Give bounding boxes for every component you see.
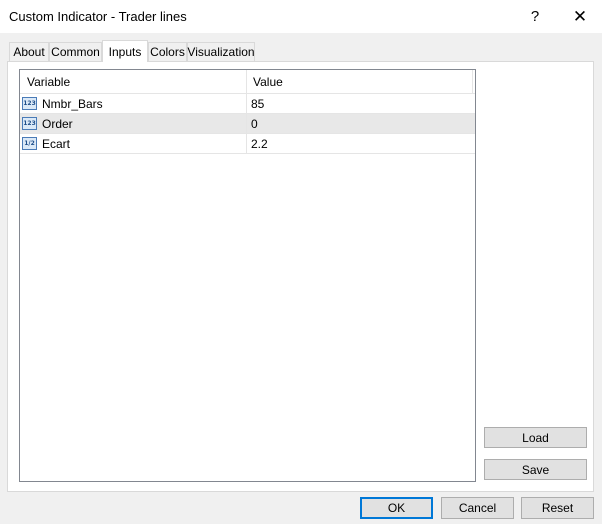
tab-visualization[interactable]: Visualization [187, 42, 255, 61]
integer-type-icon: 123 [22, 97, 37, 110]
reset-button-label: Reset [541, 501, 574, 515]
help-button[interactable]: ? [512, 0, 558, 33]
column-header-value[interactable]: Value [253, 70, 283, 93]
variable-name: Nmbr_Bars [42, 97, 103, 111]
tab-colors[interactable]: Colors [148, 42, 187, 61]
column-header-variable[interactable]: Variable [27, 70, 70, 93]
variable-name: Order [42, 117, 73, 131]
variable-value[interactable]: 2.2 [251, 134, 268, 154]
column-divider [246, 114, 247, 133]
table-row[interactable]: 1/2 Ecart 2.2 [20, 134, 475, 154]
variable-value[interactable]: 85 [251, 94, 264, 114]
window-title: Custom Indicator - Trader lines [9, 9, 187, 24]
double-type-icon: 1/2 [22, 137, 37, 150]
table-row[interactable]: 123 Order 0 [20, 114, 475, 134]
save-button-label: Save [521, 462, 550, 477]
cancel-button[interactable]: Cancel [441, 497, 514, 519]
column-divider[interactable] [246, 70, 247, 93]
title-bar: Custom Indicator - Trader lines ? ✕ [0, 0, 602, 33]
load-button-label: Load [522, 430, 549, 445]
variable-name: Ecart [42, 137, 71, 151]
save-button[interactable]: Save [484, 459, 587, 480]
table-row[interactable]: 123 Nmbr_Bars 85 [20, 94, 475, 114]
variable-value[interactable]: 0 [251, 114, 258, 134]
tab-label: Colors [150, 45, 185, 59]
ok-button[interactable]: OK [360, 497, 433, 519]
tab-label: Visualization [187, 45, 255, 59]
tab-about[interactable]: About [9, 42, 49, 61]
ok-button-label: OK [387, 501, 406, 515]
cancel-button-label: Cancel [458, 501, 497, 515]
reset-button[interactable]: Reset [521, 497, 594, 519]
close-icon: ✕ [572, 6, 588, 26]
tab-common[interactable]: Common [49, 42, 102, 61]
load-button[interactable]: Load [484, 427, 587, 448]
tab-label: About [13, 45, 45, 59]
help-icon: ? [530, 8, 540, 25]
integer-type-icon: 123 [22, 117, 37, 130]
table-header: Variable Value [20, 70, 475, 94]
inputs-table[interactable]: Variable Value 123 Nmbr_Bars 85 123 Orde… [19, 69, 476, 482]
column-divider[interactable] [472, 70, 473, 93]
tab-inputs[interactable]: Inputs [102, 40, 148, 62]
close-button[interactable]: ✕ [557, 0, 602, 33]
column-divider [246, 134, 247, 153]
tab-label: Inputs [108, 44, 142, 59]
column-divider [246, 94, 247, 113]
tab-label: Common [51, 45, 100, 59]
